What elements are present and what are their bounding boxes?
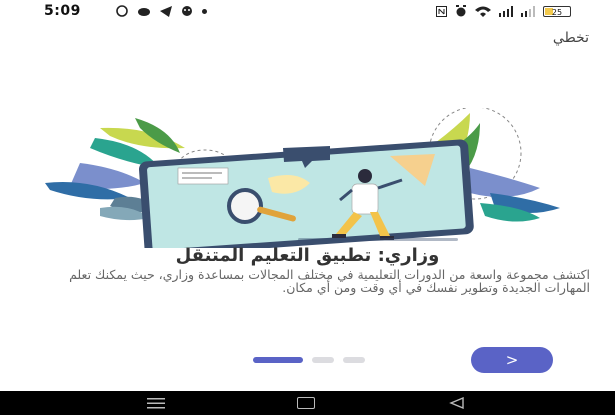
onboarding-description: اكتشف مجموعة واسعة من الدورات التعليمية … xyxy=(69,267,590,295)
signal-icon xyxy=(521,5,535,17)
battery-level: 25 xyxy=(551,7,563,17)
skip-button[interactable]: تخطي xyxy=(553,30,589,46)
page-dot xyxy=(312,357,334,363)
onboarding-title: وزاري: تطبيق التعليم المتنقل xyxy=(175,245,440,266)
status-time: 5:09 xyxy=(44,3,81,19)
battery-icon: 25 xyxy=(543,5,571,17)
alarm-icon xyxy=(456,5,466,17)
page-dot-active xyxy=(253,357,303,363)
next-button[interactable]: > xyxy=(471,347,553,373)
onboarding-illustration xyxy=(45,108,560,248)
menu-icon[interactable] xyxy=(147,397,165,409)
face-icon xyxy=(182,6,192,16)
system-icons: 25 xyxy=(436,5,571,17)
system-navigation-bar xyxy=(0,391,615,415)
back-icon[interactable] xyxy=(447,397,465,409)
wifi-icon xyxy=(475,6,491,17)
page-indicator xyxy=(253,357,365,363)
dot-icon xyxy=(202,8,207,14)
home-icon[interactable] xyxy=(297,397,315,409)
telegram-icon xyxy=(160,5,172,17)
page-dot xyxy=(343,357,365,363)
cloud-icon xyxy=(138,8,150,16)
whatsapp-icon xyxy=(116,5,128,17)
signal-icon xyxy=(499,5,513,17)
notification-icons xyxy=(116,5,207,17)
status-bar: 5:09 25 xyxy=(0,0,615,24)
nfc-icon xyxy=(436,5,447,17)
